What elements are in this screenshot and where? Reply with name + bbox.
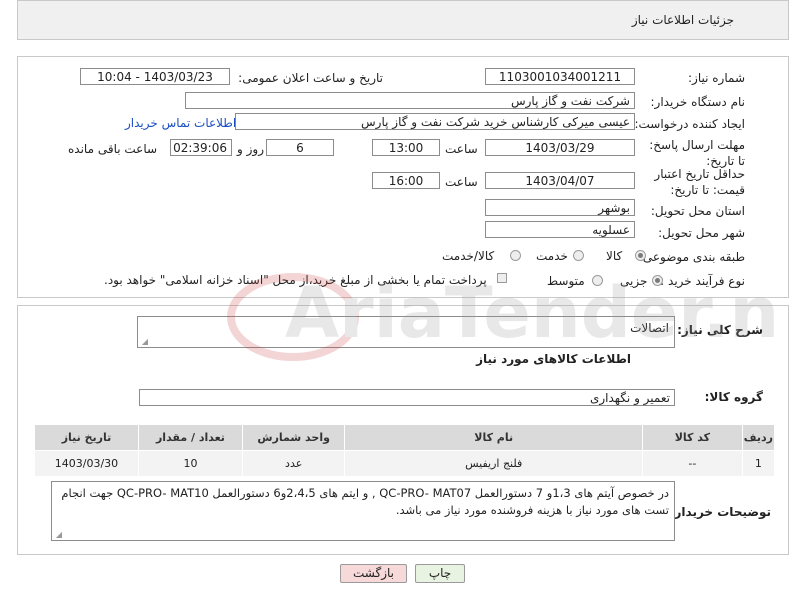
purchase-radio-medium[interactable] — [592, 275, 603, 286]
buyer-notes-field: در خصوص آیتم های 1،3و 7 دستورالعمل QC-PR… — [51, 481, 675, 541]
page-title: جزئیات اطلاعات نیاز — [631, 13, 734, 27]
print-button[interactable]: چاپ — [415, 564, 465, 583]
min-price-label-text: حداقل تاریخ اعتبار قیمت: تا تاریخ: — [654, 167, 745, 197]
category-option-service: خدمت — [536, 249, 568, 263]
general-desc-label: شرح کلی نیاز: — [677, 323, 763, 337]
announce-label: تاریخ و ساعت اعلان عمومی: — [238, 71, 383, 85]
page-header: جزئیات اطلاعات نیاز — [17, 0, 789, 40]
city-label: شهر محل تحویل: — [658, 226, 745, 240]
category-option-both: کالا/خدمت — [442, 249, 495, 263]
deadline-label: مهلت ارسال پاسخ: تا تاریخ: — [645, 137, 745, 169]
cell-date: 1403/03/30 — [34, 450, 139, 477]
cell-qty: 10 — [137, 450, 243, 477]
creator-label: ایجاد کننده درخواست: — [634, 117, 745, 131]
category-radio-goods[interactable] — [635, 250, 646, 261]
creator-field: عیسی میرکی کارشناس خرید شرکت نفت و گاز پ… — [235, 113, 635, 130]
col-header-row: ردیف — [741, 424, 776, 451]
col-header-name: نام کالا — [344, 424, 643, 451]
cell-code: -- — [642, 450, 743, 477]
min-price-date-field: 1403/04/07 — [485, 172, 635, 189]
city-field: عسلویه — [485, 221, 635, 238]
need-number-field: 1103001034001211 — [485, 68, 635, 85]
min-price-label: حداقل تاریخ اعتبار قیمت: تا تاریخ: — [635, 166, 745, 198]
treasury-note: پرداخت تمام یا بخشی از مبلغ خرید،از محل … — [104, 273, 487, 287]
deadline-date-field: 1403/03/29 — [485, 139, 635, 156]
purchase-type-label: نوع فرآیند خرید : — [660, 274, 745, 288]
province-label: استان محل تحویل: — [650, 204, 745, 218]
resize-handle-icon[interactable]: ◢ — [54, 531, 62, 539]
cell-name: فلنج اریفیس — [344, 450, 643, 477]
col-header-qty: تعداد / مقدار — [137, 424, 243, 451]
min-price-time-field: 16:00 — [372, 172, 440, 189]
treasury-checkbox[interactable] — [497, 273, 507, 283]
cell-unit: عدد — [241, 450, 346, 477]
days-and-label: روز و — [237, 142, 264, 156]
table-row: 1 -- فلنج اریفیس عدد 10 1403/03/30 — [34, 450, 776, 477]
purchase-radio-small[interactable] — [652, 275, 663, 286]
announce-field: 1403/03/23 - 10:04 — [80, 68, 230, 85]
buyer-org-field: شرکت نفت و گاز پارس — [185, 92, 635, 109]
goods-group-field: تعمیر و نگهداری — [139, 389, 675, 406]
deadline-time-word: ساعت — [445, 142, 478, 156]
need-number-label: شماره نیاز: — [688, 71, 745, 85]
purchase-option-small: جزیی — [620, 274, 648, 288]
buyer-notes-label: توضیحات خریدار: — [669, 505, 771, 519]
goods-info-title: اطلاعات کالاهای مورد نیاز — [476, 352, 631, 366]
category-option-goods: کالا — [606, 249, 623, 263]
buyer-notes-line-2: تست های مورد نیاز با هزینه فروشنده مورد … — [395, 503, 669, 517]
category-radio-both[interactable] — [510, 250, 521, 261]
category-radio-service[interactable] — [573, 250, 584, 261]
buyer-org-label: نام دستگاه خریدار: — [650, 95, 746, 109]
resize-handle-icon[interactable]: ◢ — [140, 338, 148, 346]
general-desc-text: اتصالات — [630, 321, 669, 335]
col-header-unit: واحد شمارش — [241, 424, 346, 451]
goods-table: ردیف کد کالا نام کالا واحد شمارش تعداد /… — [34, 424, 776, 477]
category-label: طبقه بندی موضوعی: — [638, 250, 745, 264]
province-field: بوشهر — [485, 199, 635, 216]
deadline-label-text: مهلت ارسال پاسخ: تا تاریخ: — [649, 138, 745, 168]
col-header-code: کد کالا — [642, 424, 743, 451]
contact-info-link[interactable]: اطلاعات تماس خریدار — [125, 116, 236, 130]
back-button[interactable]: بازگشت — [340, 564, 407, 583]
days-field: 6 — [266, 139, 334, 156]
remaining-label: ساعت باقی مانده — [68, 142, 158, 156]
buyer-notes-line-1: در خصوص آیتم های 1،3و 7 دستورالعمل QC-PR… — [61, 486, 669, 500]
min-price-time-word: ساعت — [445, 175, 478, 189]
remaining-time-field: 02:39:06 — [170, 139, 232, 156]
cell-row: 1 — [741, 450, 776, 477]
general-desc-field: اتصالات ◢ — [137, 316, 675, 348]
purchase-option-medium: متوسط — [547, 274, 585, 288]
col-header-date: تاریخ نیاز — [34, 424, 139, 451]
goods-group-label: گروه کالا: — [704, 390, 763, 404]
deadline-time-field: 13:00 — [372, 139, 440, 156]
